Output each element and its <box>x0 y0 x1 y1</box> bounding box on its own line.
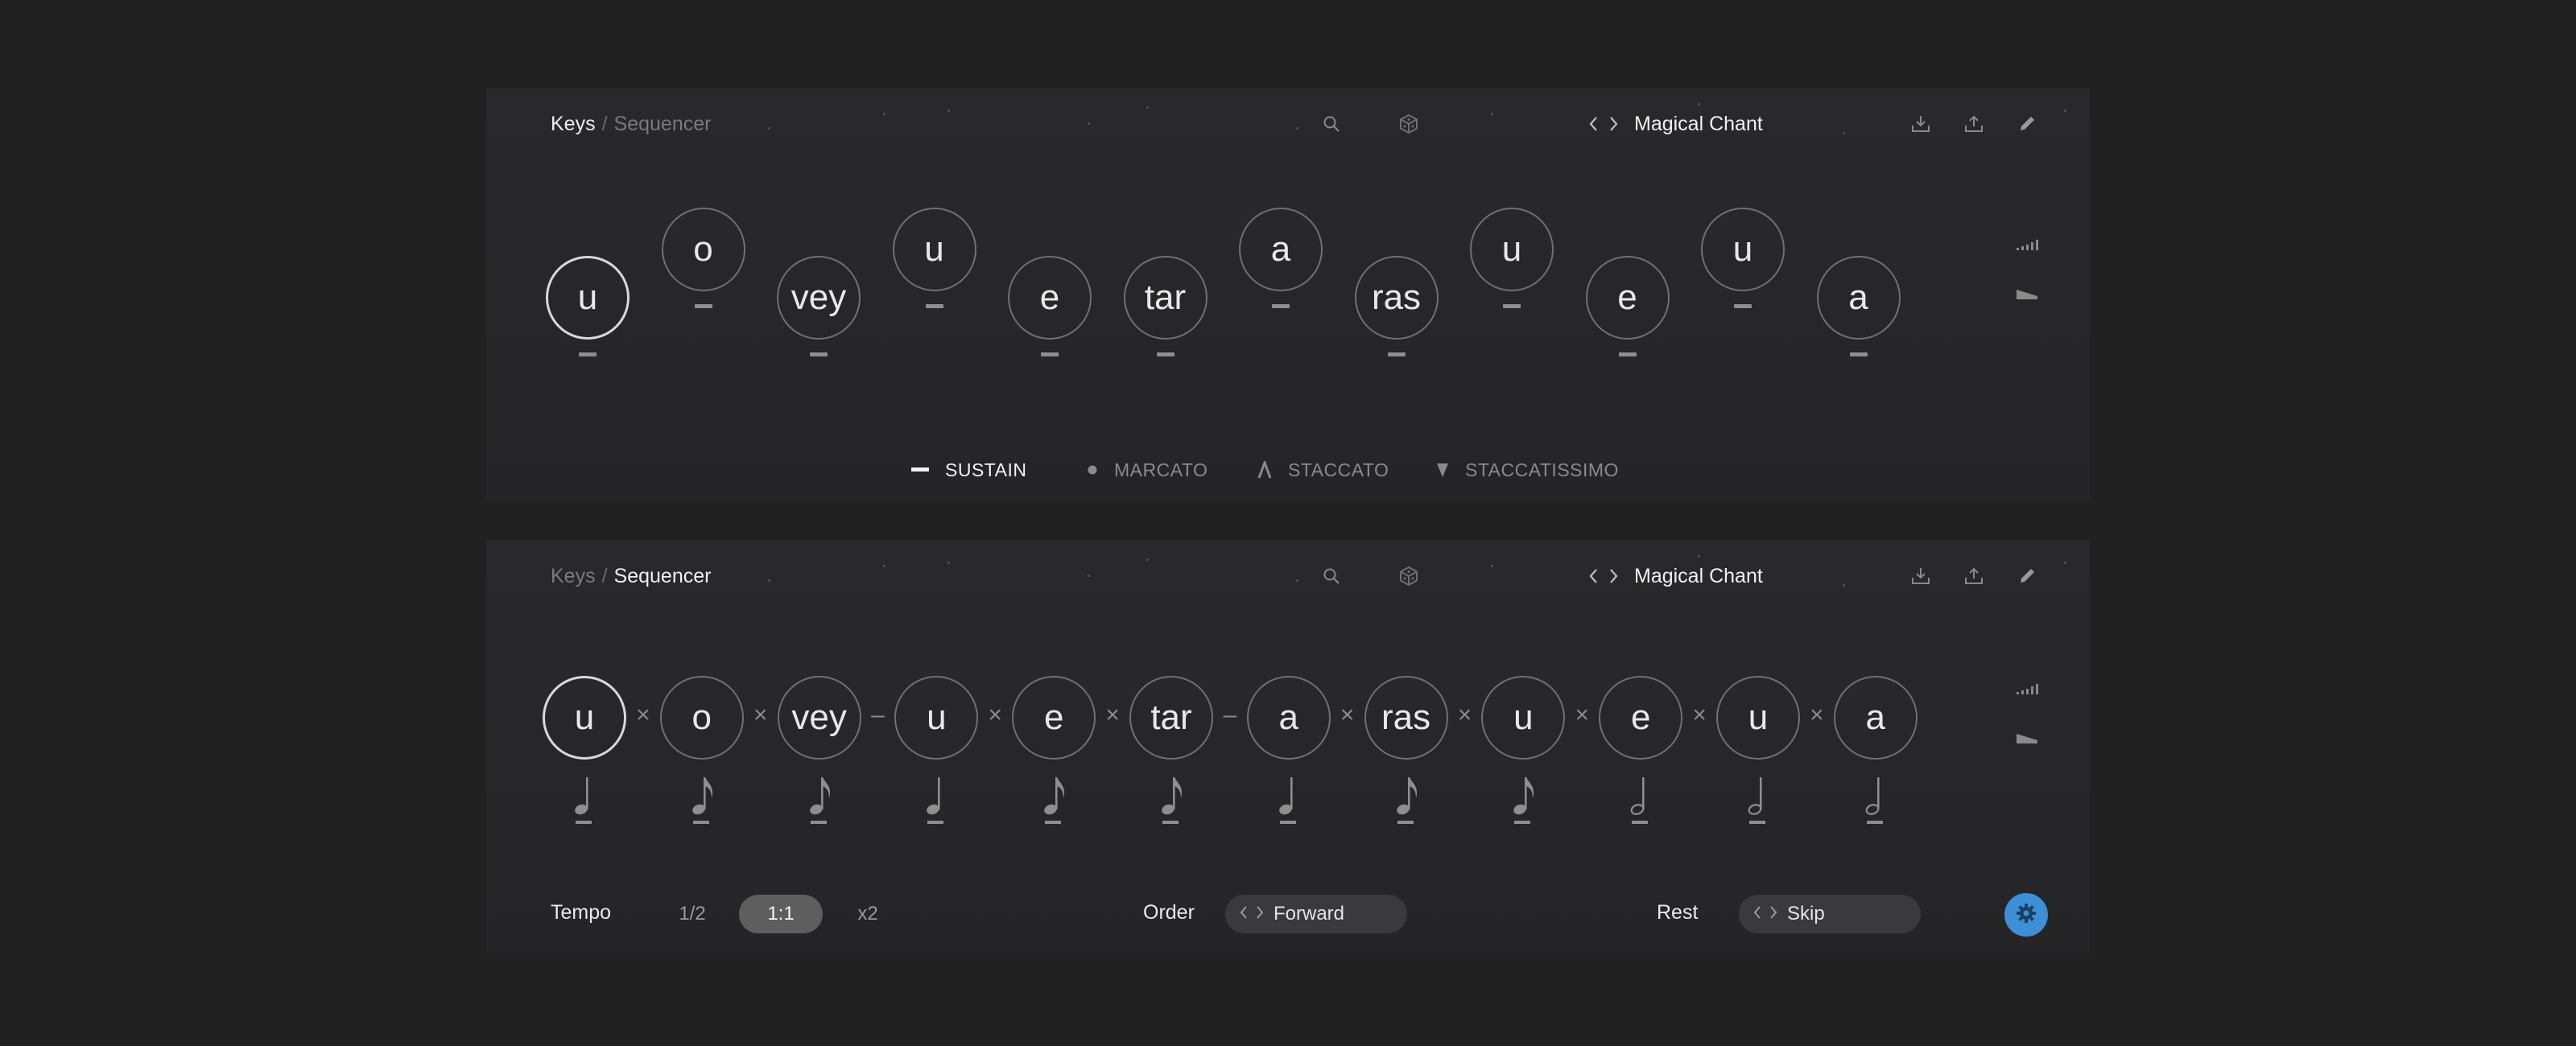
quarter-note-icon[interactable] <box>1273 771 1305 827</box>
sustain-marker[interactable] <box>1156 352 1174 356</box>
tempo-option-half[interactable]: 1/2 <box>660 895 724 933</box>
rest-selector[interactable]: Skip <box>1739 895 1921 933</box>
articulation-staccato[interactable]: STACCATO <box>1257 454 1389 486</box>
articulation-label: MARCATO <box>1114 459 1208 480</box>
articulation-marcato[interactable]: MARCATO <box>1087 454 1208 486</box>
sustain-marker[interactable] <box>694 304 712 308</box>
sustain-marker[interactable] <box>1272 304 1290 308</box>
order-label: Order <box>1143 901 1195 924</box>
step-bubble[interactable]: o <box>659 676 744 760</box>
eighth-note-icon[interactable] <box>803 771 836 827</box>
step-bubble[interactable]: u <box>1481 676 1566 760</box>
step-bubble[interactable]: a <box>1246 676 1331 760</box>
tempo-label: Tempo <box>551 901 612 924</box>
step-link-toggle[interactable]: – <box>862 702 894 729</box>
syllable-bubble[interactable]: ras <box>1354 256 1439 340</box>
step-link-toggle[interactable]: × <box>1683 702 1715 729</box>
step-link-toggle[interactable]: × <box>1801 702 1833 729</box>
step-bubble[interactable]: e <box>1599 676 1683 760</box>
step-link-toggle[interactable]: × <box>1566 702 1598 729</box>
sustain-marker[interactable] <box>1041 352 1059 356</box>
sustain-icon <box>911 467 929 472</box>
step-link-toggle[interactable]: × <box>1096 702 1129 729</box>
order-selector[interactable]: Forward <box>1225 895 1407 933</box>
rest-value: Skip <box>1787 903 1825 925</box>
step-link-toggle[interactable]: × <box>745 702 777 729</box>
articulation-label: SUSTAIN <box>945 459 1027 480</box>
step-link-toggle[interactable]: × <box>979 702 1011 729</box>
chevron-right-icon[interactable] <box>1769 904 1779 925</box>
chevron-left-icon[interactable] <box>1238 904 1248 925</box>
ramp-icon[interactable] <box>2013 727 2041 750</box>
sustain-marker[interactable] <box>810 352 828 356</box>
staccato-icon <box>1257 461 1272 479</box>
step-link-toggle[interactable]: × <box>627 702 659 729</box>
step-bubble[interactable]: e <box>1012 676 1096 760</box>
sustain-marker[interactable] <box>1734 304 1752 308</box>
velocity-icon[interactable] <box>2013 677 2041 700</box>
staccatissimo-icon <box>1436 462 1449 478</box>
articulation-label: STACCATO <box>1288 459 1389 480</box>
syllable-bubble[interactable]: u <box>892 208 976 291</box>
step-bubble[interactable]: ras <box>1364 676 1448 760</box>
syllable-bubble[interactable]: a <box>1816 256 1901 340</box>
articulation-sustain[interactable]: SUSTAIN <box>911 454 1026 486</box>
step-bubble[interactable]: a <box>1833 676 1918 760</box>
step-link-toggle[interactable]: × <box>1449 702 1481 729</box>
syllable-bubble[interactable]: u <box>546 256 630 340</box>
syllable-bubble[interactable]: u <box>1701 208 1785 291</box>
quarter-note-icon[interactable] <box>568 771 601 827</box>
articulation-label: STACCATISSIMO <box>1465 459 1619 480</box>
ramp-icon[interactable] <box>2013 283 2041 306</box>
step-bubble[interactable]: vey <box>777 676 861 760</box>
sustain-marker[interactable] <box>1618 352 1637 356</box>
sustain-marker[interactable] <box>925 304 943 308</box>
marcato-icon <box>1087 464 1098 476</box>
keys-panel: Keys / Sequencer Magical Chant u o vey u e tar a <box>486 89 2090 500</box>
chevron-right-icon[interactable] <box>1256 904 1265 925</box>
syllable-bubble[interactable]: e <box>1585 256 1670 340</box>
syllable-bubble[interactable]: u <box>1470 208 1554 291</box>
half-note-icon[interactable] <box>1860 771 1892 827</box>
rest-label: Rest <box>1657 901 1699 924</box>
step-row: u o vey u e tar a ras u e u a × × – × × – × × × × × <box>486 541 2090 953</box>
syllable-bubble[interactable]: a <box>1239 208 1323 291</box>
eighth-note-icon[interactable] <box>1038 771 1070 827</box>
half-note-icon[interactable] <box>1624 771 1657 827</box>
settings-button[interactable] <box>2004 893 2048 937</box>
syllable-bubble[interactable]: e <box>1008 256 1092 340</box>
order-value: Forward <box>1274 903 1345 925</box>
step-link-toggle[interactable]: – <box>1214 702 1246 729</box>
eighth-note-icon[interactable] <box>1390 771 1422 827</box>
articulation-staccatissimo[interactable]: STACCATISSIMO <box>1436 454 1619 486</box>
gear-icon <box>2015 902 2037 929</box>
tempo-option-normal[interactable]: 1:1 <box>739 895 823 933</box>
sustain-marker[interactable] <box>1849 352 1868 356</box>
eighth-note-icon[interactable] <box>1507 771 1539 827</box>
step-link-toggle[interactable]: × <box>1331 702 1364 729</box>
velocity-icon[interactable] <box>2013 233 2041 256</box>
quarter-note-icon[interactable] <box>920 771 952 827</box>
syllable-bubble[interactable]: tar <box>1123 256 1208 340</box>
eighth-note-icon[interactable] <box>1155 771 1187 827</box>
syllable-bubble[interactable]: o <box>661 208 745 291</box>
sustain-marker[interactable] <box>1503 304 1521 308</box>
sustain-marker[interactable] <box>579 352 597 356</box>
syllable-row: u o vey u e tar a ras u e u a <box>486 89 2090 500</box>
sequencer-panel: Keys / Sequencer Magical Chant u o vey u e tar a <box>486 541 2090 953</box>
syllable-bubble[interactable]: vey <box>777 256 861 340</box>
step-bubble[interactable]: tar <box>1129 676 1213 760</box>
half-note-icon[interactable] <box>1742 771 1774 827</box>
eighth-note-icon[interactable] <box>686 771 718 827</box>
step-bubble[interactable]: u <box>1716 676 1800 760</box>
chevron-left-icon[interactable] <box>1752 904 1761 925</box>
step-bubble[interactable]: u <box>894 676 979 760</box>
step-bubble[interactable]: u <box>543 676 626 760</box>
sustain-marker[interactable] <box>1387 352 1406 356</box>
tempo-option-double[interactable]: x2 <box>836 895 900 933</box>
